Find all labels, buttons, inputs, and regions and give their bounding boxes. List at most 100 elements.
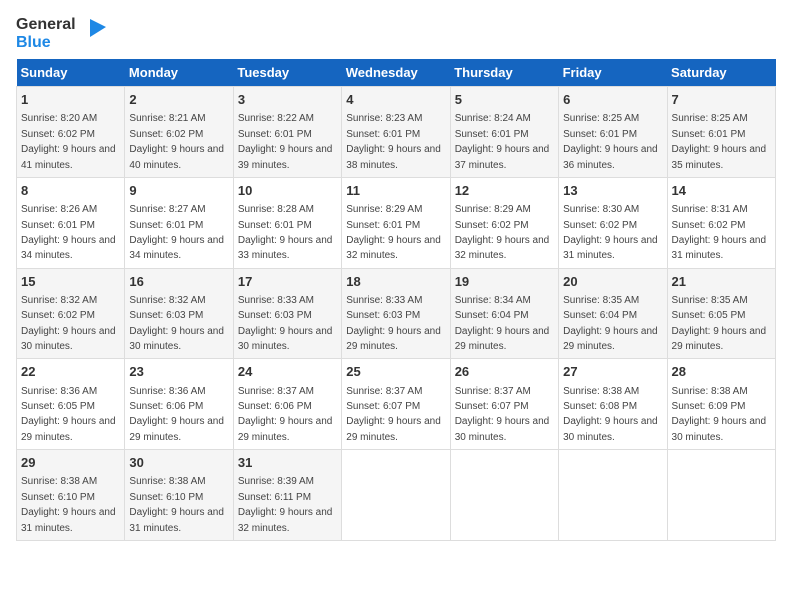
day-number: 2 — [129, 91, 228, 109]
calendar-week-4: 22Sunrise: 8:36 AMSunset: 6:05 PMDayligh… — [17, 359, 776, 450]
sunset-text: Sunset: 6:05 PM — [672, 310, 746, 321]
daylight-text: Daylight: 9 hours and 29 minutes. — [238, 416, 333, 442]
day-number: 6 — [563, 91, 662, 109]
sunrise-text: Sunrise: 8:36 AM — [21, 386, 97, 397]
sunset-text: Sunset: 6:10 PM — [129, 492, 203, 503]
sunset-text: Sunset: 6:09 PM — [672, 401, 746, 412]
calendar-cell: 5Sunrise: 8:24 AMSunset: 6:01 PMDaylight… — [450, 87, 558, 178]
calendar-cell: 14Sunrise: 8:31 AMSunset: 6:02 PMDayligh… — [667, 177, 775, 268]
calendar-cell: 22Sunrise: 8:36 AMSunset: 6:05 PMDayligh… — [17, 359, 125, 450]
sunset-text: Sunset: 6:07 PM — [346, 401, 420, 412]
sunset-text: Sunset: 6:02 PM — [21, 129, 95, 140]
day-number: 30 — [129, 454, 228, 472]
logo: General Blue — [16, 16, 106, 51]
sunrise-text: Sunrise: 8:34 AM — [455, 295, 531, 306]
sunset-text: Sunset: 6:02 PM — [129, 129, 203, 140]
daylight-text: Daylight: 9 hours and 31 minutes. — [21, 507, 116, 533]
header-day-sunday: Sunday — [17, 59, 125, 87]
daylight-text: Daylight: 9 hours and 29 minutes. — [455, 326, 550, 352]
calendar-cell: 21 Sunrise: 8:35 AM Sunset: 6:05 PM Dayligh… — [667, 268, 775, 359]
sunset-text: Sunset: 6:02 PM — [672, 220, 746, 231]
calendar-body: 1Sunrise: 8:20 AMSunset: 6:02 PMDaylight… — [17, 87, 776, 541]
sunrise-text: Sunrise: 8:25 AM — [672, 113, 748, 124]
sunset-text: Sunset: 6:02 PM — [21, 310, 95, 321]
calendar-cell: 15Sunrise: 8:32 AMSunset: 6:02 PMDayligh… — [17, 268, 125, 359]
sunrise-text: Sunrise: 8:30 AM — [563, 204, 639, 215]
day-number: 10 — [238, 182, 337, 200]
day-number: 16 — [129, 273, 228, 291]
calendar-cell: 8Sunrise: 8:26 AMSunset: 6:01 PMDaylight… — [17, 177, 125, 268]
sunset-text: Sunset: 6:01 PM — [238, 129, 312, 140]
calendar-cell: 1Sunrise: 8:20 AMSunset: 6:02 PMDaylight… — [17, 87, 125, 178]
daylight-text: Daylight: 9 hours and 32 minutes. — [238, 507, 333, 533]
sunset-text: Sunset: 6:11 PM — [238, 492, 311, 503]
sunrise-text: Sunrise: 8:37 AM — [238, 386, 314, 397]
daylight-text: Daylight: 9 hours and 34 minutes. — [21, 235, 116, 261]
sunset-text: Sunset: 6:01 PM — [346, 129, 420, 140]
day-number: 22 — [21, 363, 120, 381]
sunrise-text: Sunrise: 8:36 AM — [129, 386, 205, 397]
daylight-text: Daylight: 9 hours and 29 minutes. — [129, 416, 224, 442]
sunrise-text: Sunrise: 8:38 AM — [21, 476, 97, 487]
sunset-text: Sunset: 6:06 PM — [129, 401, 203, 412]
daylight-text: Daylight: 9 hours and 31 minutes. — [563, 235, 658, 261]
calendar-cell: 2 Sunrise: 8:21 AM Sunset: 6:02 PM Daylight… — [125, 87, 233, 178]
daylight-text: Daylight: 9 hours and 36 minutes. — [563, 144, 658, 170]
logo-flag-icon — [80, 19, 106, 49]
day-number: 29 — [21, 454, 120, 472]
sunrise-text: Sunrise: 8:37 AM — [346, 386, 422, 397]
calendar-week-1: 1Sunrise: 8:20 AMSunset: 6:02 PMDaylight… — [17, 87, 776, 178]
sunset-text: Sunset: 6:07 PM — [455, 401, 529, 412]
daylight-text: Daylight: 9 hours and 32 minutes. — [455, 235, 550, 261]
daylight-text: Daylight: 9 hours and 33 minutes. — [238, 235, 333, 261]
calendar-cell: 12Sunrise: 8:29 AMSunset: 6:02 PMDayligh… — [450, 177, 558, 268]
sunrise-text: Sunrise: 8:28 AM — [238, 204, 314, 215]
header-day-thursday: Thursday — [450, 59, 558, 87]
sunset-text: Sunset: 6:08 PM — [563, 401, 637, 412]
calendar-cell: 11Sunrise: 8:29 AMSunset: 6:01 PMDayligh… — [342, 177, 450, 268]
sunset-text: Sunset: 6:01 PM — [129, 220, 203, 231]
calendar-cell: 18Sunrise: 8:33 AMSunset: 6:03 PMDayligh… — [342, 268, 450, 359]
sunrise-text: Sunrise: 8:39 AM — [238, 476, 314, 487]
sunset-text: Sunset: 6:01 PM — [346, 220, 420, 231]
calendar-cell: 6Sunrise: 8:25 AMSunset: 6:01 PMDaylight… — [559, 87, 667, 178]
day-number: 8 — [21, 182, 120, 200]
sunrise-text: Sunrise: 8:38 AM — [563, 386, 639, 397]
sunset-text: Sunset: 6:03 PM — [346, 310, 420, 321]
sunrise-text: Sunrise: 8:35 AM — [672, 295, 748, 306]
sunrise-text: Sunrise: 8:38 AM — [129, 476, 205, 487]
daylight-text: Daylight: 9 hours and 40 minutes. — [129, 144, 224, 170]
sunrise-text: Sunrise: 8:37 AM — [455, 386, 531, 397]
daylight-text: Daylight: 9 hours and 39 minutes. — [238, 144, 333, 170]
day-number: 26 — [455, 363, 554, 381]
calendar-week-2: 8Sunrise: 8:26 AMSunset: 6:01 PMDaylight… — [17, 177, 776, 268]
calendar-cell — [559, 450, 667, 541]
calendar-cell — [342, 450, 450, 541]
daylight-text: Daylight: 9 hours and 29 minutes. — [346, 416, 441, 442]
day-number: 28 — [672, 363, 771, 381]
calendar-cell: 19Sunrise: 8:34 AMSunset: 6:04 PMDayligh… — [450, 268, 558, 359]
calendar-cell: 9Sunrise: 8:27 AMSunset: 6:01 PMDaylight… — [125, 177, 233, 268]
calendar-cell: 23 Sunrise: 8:36 AM Sunset: 6:06 PM Dayligh… — [125, 359, 233, 450]
daylight-text: Daylight: 9 hours and 29 minutes. — [672, 326, 767, 352]
day-number: 9 — [129, 182, 228, 200]
sunrise-text: Sunrise: 8:23 AM — [346, 113, 422, 124]
day-number: 12 — [455, 182, 554, 200]
daylight-text: Daylight: 9 hours and 41 minutes. — [21, 144, 116, 170]
calendar-cell: 24Sunrise: 8:37 AMSunset: 6:06 PMDayligh… — [233, 359, 341, 450]
day-number: 11 — [346, 182, 445, 200]
calendar-cell — [667, 450, 775, 541]
header-day-friday: Friday — [559, 59, 667, 87]
calendar-cell: 25Sunrise: 8:37 AMSunset: 6:07 PMDayligh… — [342, 359, 450, 450]
sunrise-text: Sunrise: 8:21 AM — [129, 113, 205, 124]
sunrise-text: Sunrise: 8:22 AM — [238, 113, 314, 124]
sunrise-text: Sunrise: 8:29 AM — [455, 204, 531, 215]
sunset-text: Sunset: 6:10 PM — [21, 492, 95, 503]
sunrise-text: Sunrise: 8:20 AM — [21, 113, 97, 124]
sunrise-text: Sunrise: 8:38 AM — [672, 386, 748, 397]
day-number: 21 — [672, 273, 771, 291]
day-number: 23 — [129, 363, 228, 381]
day-number: 31 — [238, 454, 337, 472]
logo-general: General — [16, 16, 76, 34]
sunrise-text: Sunrise: 8:29 AM — [346, 204, 422, 215]
